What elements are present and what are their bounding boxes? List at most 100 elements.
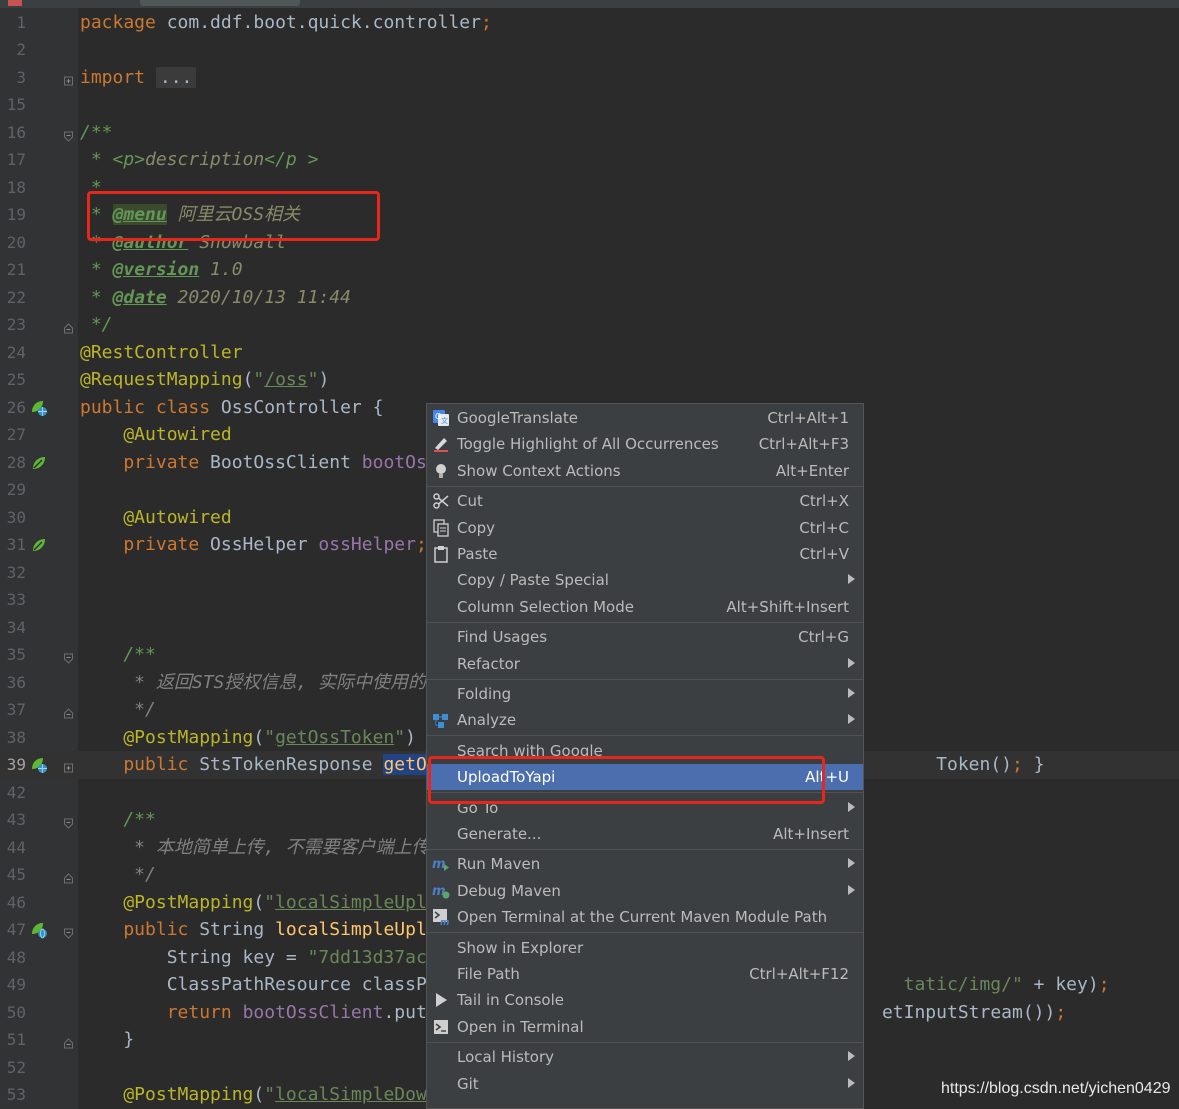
- line-number[interactable]: 53: [0, 1081, 26, 1109]
- code-text: @PostMapping("localSimpleDow: [80, 1081, 427, 1109]
- menu-item-run-maven[interactable]: m Run Maven: [427, 851, 863, 877]
- code-line[interactable]: 24 @RestController: [0, 339, 1179, 367]
- line-number[interactable]: 1: [0, 9, 26, 37]
- line-number[interactable]: 20: [0, 229, 26, 257]
- code-line[interactable]: 1 package com.ddf.boot.quick.controller;: [0, 9, 1179, 37]
- code-token: ": [307, 369, 319, 390]
- menu-item-analyze[interactable]: Analyze: [427, 707, 863, 733]
- line-number[interactable]: 27: [0, 421, 26, 449]
- fold-collapse-icon[interactable]: [64, 869, 73, 884]
- line-number[interactable]: 28: [0, 449, 26, 477]
- line-number[interactable]: 26: [0, 394, 26, 422]
- fold-expand-icon[interactable]: [64, 759, 73, 773]
- menu-item-column-selection-mode[interactable]: Column Selection Mode Alt+Shift+Insert: [427, 594, 863, 620]
- menu-item-tail-in-console[interactable]: Tail in Console: [427, 987, 863, 1013]
- fold-collapse-icon[interactable]: [64, 1034, 73, 1049]
- fold-collapse-icon[interactable]: [64, 649, 73, 664]
- fold-collapse-icon[interactable]: [64, 704, 73, 719]
- line-number[interactable]: 47: [0, 916, 26, 944]
- code-line[interactable]: 16 /**: [0, 119, 1179, 147]
- menu-item-local-history[interactable]: Local History: [427, 1044, 863, 1070]
- code-token: ): [318, 369, 330, 390]
- code-line[interactable]: 23 */: [0, 311, 1179, 339]
- line-number[interactable]: 25: [0, 366, 26, 394]
- line-number[interactable]: 19: [0, 201, 26, 229]
- code-line[interactable]: 3 import ...: [0, 64, 1179, 92]
- spring-web-endpoint-icon[interactable]: [30, 756, 48, 774]
- menu-item-show-context-actions[interactable]: Show Context Actions Alt+Enter: [427, 458, 863, 484]
- line-number[interactable]: 50: [0, 999, 26, 1027]
- line-number[interactable]: 48: [0, 944, 26, 972]
- code-token: @PostMapping: [80, 726, 254, 748]
- menu-item-file-path[interactable]: File Path Ctrl+Alt+F12: [427, 961, 863, 987]
- line-number[interactable]: 43: [0, 806, 26, 834]
- line-number[interactable]: 30: [0, 504, 26, 532]
- line-number[interactable]: 24: [0, 339, 26, 367]
- fold-collapse-icon[interactable]: [64, 127, 73, 142]
- line-number[interactable]: 37: [0, 696, 26, 724]
- code-line[interactable]: 2: [0, 36, 1179, 64]
- menu-item-copy[interactable]: Copy Ctrl+C: [427, 515, 863, 541]
- line-number[interactable]: 23: [0, 311, 26, 339]
- line-number[interactable]: 22: [0, 284, 26, 312]
- line-number[interactable]: 36: [0, 669, 26, 697]
- spring-web-endpoint-icon[interactable]: [30, 399, 48, 417]
- code-line[interactable]: 25 @RequestMapping("/oss"): [0, 366, 1179, 394]
- line-number[interactable]: 29: [0, 476, 26, 504]
- fold-collapse-icon[interactable]: [64, 319, 73, 334]
- menu-item-open-terminal-at-the-current-maven-module-path[interactable]: m Open Terminal at the Current Maven Modu…: [427, 904, 863, 930]
- menu-item-toggle-highlight-of-all-occurrences[interactable]: Toggle Highlight of All Occurrences Ctrl+…: [427, 431, 863, 457]
- line-number[interactable]: 32: [0, 559, 26, 587]
- line-number[interactable]: 42: [0, 779, 26, 807]
- menu-item-copy-paste-special[interactable]: Copy / Paste Special: [427, 567, 863, 593]
- svg-text:m: m: [432, 857, 446, 872]
- fold-collapse-icon[interactable]: [64, 924, 73, 939]
- spring-web-endpoint-icon[interactable]: [30, 921, 48, 939]
- code-token: /**: [80, 644, 156, 665]
- menu-item-find-usages[interactable]: Find Usages Ctrl+G: [427, 624, 863, 650]
- menu-item-generate[interactable]: Generate... Alt+Insert: [427, 821, 863, 847]
- menu-item-folding[interactable]: Folding: [427, 681, 863, 707]
- line-number[interactable]: 35: [0, 641, 26, 669]
- menu-item-paste[interactable]: Paste Ctrl+V: [427, 541, 863, 567]
- spring-bean-icon[interactable]: [30, 536, 48, 554]
- line-number[interactable]: 52: [0, 1054, 26, 1082]
- code-line[interactable]: 22 * @date 2020/10/13 11:44: [0, 284, 1179, 312]
- line-number[interactable]: 18: [0, 174, 26, 202]
- line-number[interactable]: 38: [0, 724, 26, 752]
- code-text: private OssHelper ossHelper;: [80, 531, 426, 559]
- menu-item-cut[interactable]: Cut Ctrl+X: [427, 488, 863, 514]
- line-number[interactable]: 45: [0, 861, 26, 889]
- line-number[interactable]: 3: [0, 64, 26, 92]
- code-token: *: [80, 286, 113, 308]
- code-token: localSimpleDow: [275, 1084, 427, 1105]
- code-line[interactable]: 21 * @version 1.0: [0, 256, 1179, 284]
- line-number[interactable]: 21: [0, 256, 26, 284]
- menu-item-open-in-terminal[interactable]: Open in Terminal: [427, 1014, 863, 1040]
- code-token: ": [264, 1084, 276, 1105]
- menu-item-googletranslate[interactable]: G 文 GoogleTranslate Ctrl+Alt+1: [427, 405, 863, 431]
- spring-bean-icon[interactable]: [30, 454, 48, 472]
- menu-item-show-in-explorer[interactable]: Show in Explorer: [427, 935, 863, 961]
- line-number[interactable]: 2: [0, 36, 26, 64]
- fold-collapse-icon[interactable]: [64, 814, 73, 829]
- fold-expand-icon[interactable]: [64, 72, 73, 85]
- line-number[interactable]: 39: [0, 751, 26, 779]
- line-number[interactable]: 34: [0, 614, 26, 642]
- line-number[interactable]: 16: [0, 119, 26, 147]
- line-number[interactable]: 33: [0, 586, 26, 614]
- line-number[interactable]: 15: [0, 91, 26, 119]
- line-number[interactable]: 31: [0, 531, 26, 559]
- line-number[interactable]: 46: [0, 889, 26, 917]
- line-number[interactable]: 49: [0, 971, 26, 999]
- line-number[interactable]: 17: [0, 146, 26, 174]
- menu-item-git[interactable]: Git: [427, 1071, 863, 1097]
- menu-item-debug-maven[interactable]: m Debug Maven: [427, 878, 863, 904]
- menu-item-refactor[interactable]: Refactor: [427, 651, 863, 677]
- line-number[interactable]: 44: [0, 834, 26, 862]
- editor-tab[interactable]: [140, 0, 300, 6]
- line-number[interactable]: 51: [0, 1026, 26, 1054]
- upload-to-yapi-highlight-box: [428, 756, 825, 804]
- code-line[interactable]: 15: [0, 91, 1179, 119]
- code-line[interactable]: 17 * <p>description</p >: [0, 146, 1179, 174]
